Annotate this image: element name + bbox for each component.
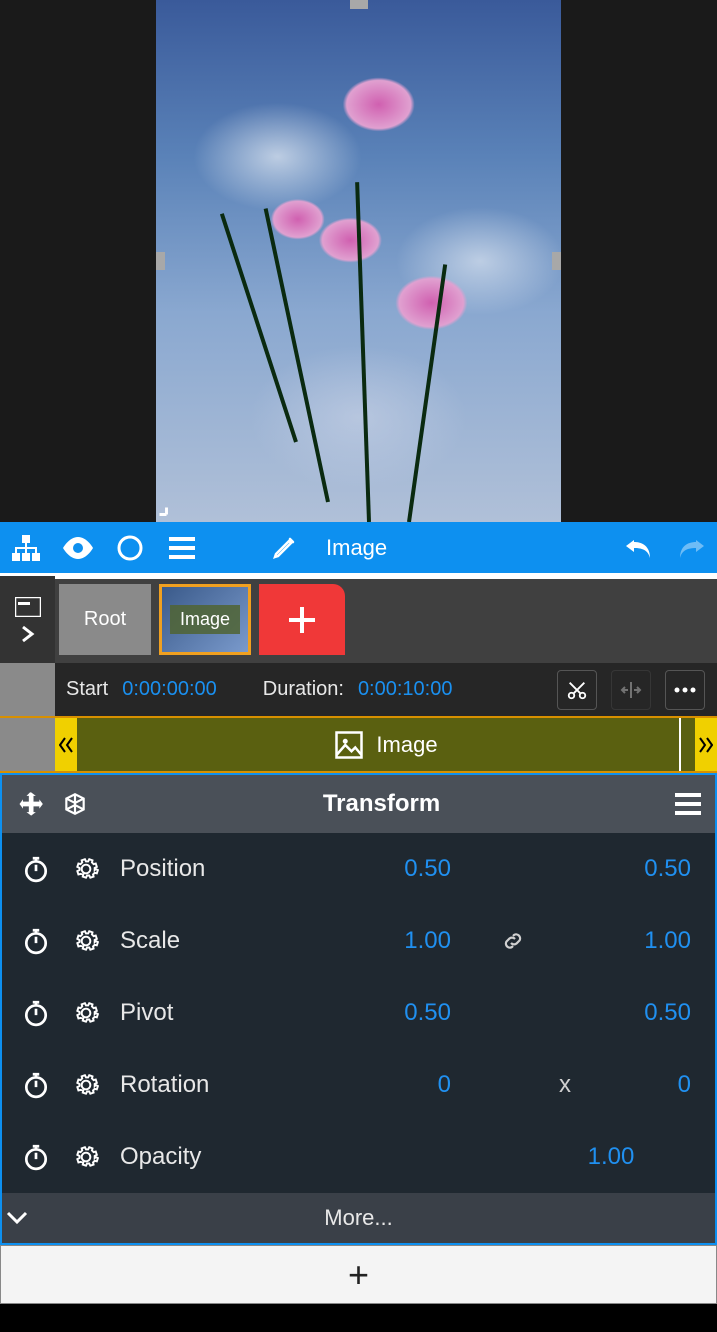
property-name: Rotation — [120, 1071, 300, 1099]
property-row-opacity: Opacity 1.00 — [2, 1121, 715, 1193]
scissors-icon — [566, 679, 588, 701]
stopwatch-icon[interactable] — [20, 853, 52, 885]
gear-icon[interactable] — [70, 997, 102, 1029]
timing-side-gutter — [0, 663, 55, 716]
gear-icon[interactable] — [70, 1069, 102, 1101]
add-bottom-button[interactable]: + — [0, 1245, 717, 1304]
layer-tabs-row: Root Image — [0, 573, 717, 663]
clip-trim-right[interactable] — [695, 718, 717, 771]
panel-menu-icon[interactable] — [675, 793, 701, 815]
plus-icon — [285, 603, 319, 637]
bottom-strip — [0, 1304, 717, 1332]
cube-3d-icon[interactable] — [62, 791, 88, 817]
timeline-clip[interactable]: Image — [77, 718, 695, 771]
menu-icon[interactable] — [166, 532, 198, 564]
clip-label: Image — [376, 732, 437, 758]
transform-panel: Transform Position 0.50 0.50 Scale 1.00 1.00 P… — [0, 773, 717, 1245]
panel-toggle-button[interactable] — [0, 576, 55, 663]
selected-layer-name[interactable]: Image — [326, 535, 387, 561]
playhead-line — [679, 718, 681, 771]
transform-header: Transform — [2, 775, 715, 833]
move-tool-icon[interactable] — [16, 790, 44, 818]
resize-handle-right[interactable] — [552, 252, 561, 270]
property-value-x[interactable]: 0.50 — [381, 855, 451, 883]
resize-handle-left[interactable] — [156, 252, 165, 270]
duration-value[interactable]: 0:00:10:00 — [358, 678, 453, 701]
record-icon[interactable] — [114, 532, 146, 564]
property-value[interactable]: 1.00 — [531, 1143, 691, 1171]
property-name: Pivot — [120, 999, 300, 1027]
property-row-scale: Scale 1.00 1.00 — [2, 905, 715, 977]
gear-icon[interactable] — [70, 925, 102, 957]
property-value-x[interactable]: 1.00 — [381, 927, 451, 955]
separator-x: x — [501, 1071, 571, 1099]
timing-row: Start 0:00:00:00 Duration: 0:00:10:00 — [0, 663, 717, 716]
property-value-x[interactable]: 0.50 — [381, 999, 451, 1027]
more-button[interactable]: More... — [2, 1193, 715, 1243]
cut-button[interactable] — [557, 670, 597, 710]
align-button — [611, 670, 651, 710]
property-row-pivot: Pivot 0.50 0.50 — [2, 977, 715, 1049]
stopwatch-icon[interactable] — [20, 925, 52, 957]
property-value-y[interactable]: 0.50 — [621, 855, 691, 883]
crop-corner-icon — [156, 490, 170, 518]
hierarchy-icon[interactable] — [10, 532, 42, 564]
property-value-y[interactable]: 0 — [621, 1071, 691, 1099]
property-name: Scale — [120, 927, 300, 955]
property-value-y[interactable]: 0.50 — [621, 999, 691, 1027]
layer-tab-image[interactable]: Image — [159, 584, 251, 655]
chevron-right-icon — [19, 625, 37, 643]
stopwatch-icon[interactable] — [20, 997, 52, 1029]
start-label: Start — [66, 678, 108, 701]
timeline-track: Image — [0, 716, 717, 773]
visibility-icon[interactable] — [62, 532, 94, 564]
image-icon — [334, 730, 364, 760]
timeline-side-gutter — [0, 718, 55, 771]
start-value[interactable]: 0:00:00:00 — [122, 678, 217, 701]
panel-title: Transform — [106, 790, 657, 818]
panel-icon — [15, 597, 41, 617]
more-options-button[interactable] — [665, 670, 705, 710]
property-row-rotation: Rotation 0 x 0 — [2, 1049, 715, 1121]
gear-icon[interactable] — [70, 853, 102, 885]
property-row-position: Position 0.50 0.50 — [2, 833, 715, 905]
main-toolbar: Image — [0, 522, 717, 573]
duration-label: Duration: — [263, 678, 344, 701]
chevron-down-icon — [6, 1211, 28, 1225]
selected-image-frame[interactable] — [156, 0, 561, 522]
layer-tab-root[interactable]: Root — [59, 584, 151, 655]
layer-tab-label: Root — [84, 608, 126, 631]
property-value-x[interactable]: 0 — [381, 1071, 451, 1099]
property-name: Opacity — [120, 1143, 300, 1171]
undo-icon[interactable] — [623, 532, 655, 564]
plus-icon: + — [348, 1254, 369, 1296]
more-label: More... — [324, 1205, 392, 1231]
align-icon — [620, 681, 642, 699]
redo-icon — [675, 532, 707, 564]
stopwatch-icon[interactable] — [20, 1141, 52, 1173]
layer-tab-label: Image — [170, 605, 240, 634]
gear-icon[interactable] — [70, 1141, 102, 1173]
edit-pencil-icon[interactable] — [268, 532, 300, 564]
property-value-y[interactable]: 1.00 — [621, 927, 691, 955]
add-layer-button[interactable] — [259, 584, 345, 655]
clip-trim-left[interactable] — [55, 718, 77, 771]
dots-icon — [674, 686, 696, 694]
property-name: Position — [120, 855, 300, 883]
resize-handle-top[interactable] — [350, 0, 368, 9]
canvas-preview[interactable] — [0, 0, 717, 522]
stopwatch-icon[interactable] — [20, 1069, 52, 1101]
link-icon[interactable] — [501, 929, 571, 953]
